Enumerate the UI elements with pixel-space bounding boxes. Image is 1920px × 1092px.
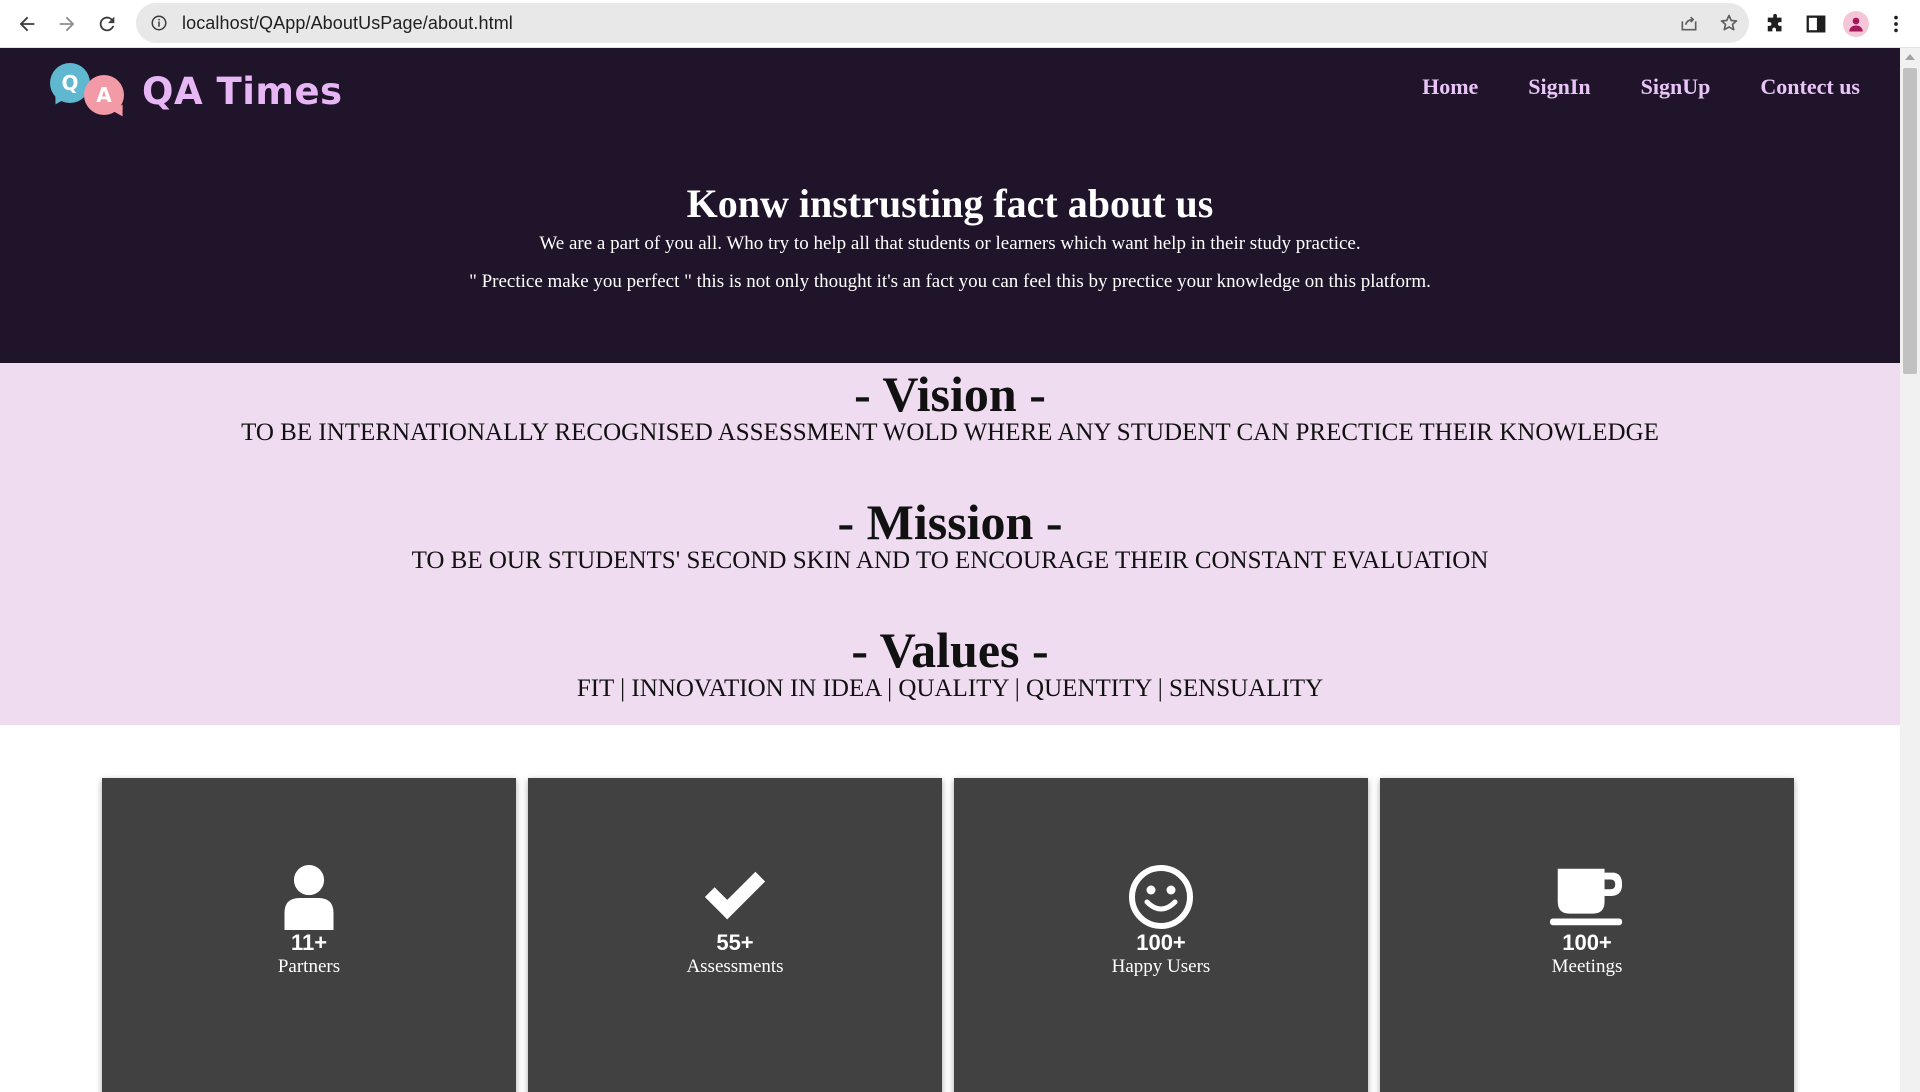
stat-card-assessments: 55+ Assessments xyxy=(528,778,942,1092)
reload-icon xyxy=(99,16,115,31)
stat-value: 11+ xyxy=(290,930,328,955)
stat-label: Partners xyxy=(277,956,341,977)
mission-heading: - Mission - xyxy=(837,494,1063,550)
hero-quote: " Prectice make you perfect " this is no… xyxy=(469,271,1431,292)
vision-heading: - Vision - xyxy=(854,366,1046,422)
address-bar[interactable]: localhost/QApp/AboutUsPage/about.html xyxy=(136,3,1749,43)
nav-contact-link[interactable]: Contect us xyxy=(1760,74,1860,100)
brand-name: QA Times xyxy=(142,70,343,113)
stats-row: 11+ Partners 55+ Assessments 100+ Happy … xyxy=(102,778,1798,1092)
stat-icon-wrap xyxy=(1380,862,1794,932)
page-title: Konw instrusting fact about us xyxy=(686,181,1214,226)
vision-text: TO BE INTERNATIONALLY RECOGNISED ASSESSM… xyxy=(241,419,1659,446)
arrow-left-icon xyxy=(19,16,35,31)
stat-icon-wrap xyxy=(528,862,942,932)
reload-button[interactable] xyxy=(87,4,127,44)
share-button[interactable] xyxy=(1669,3,1709,43)
side-panel-button[interactable] xyxy=(1796,4,1836,44)
scroll-up-arrow-icon[interactable] xyxy=(1905,54,1915,60)
share-icon xyxy=(1681,16,1697,31)
vision-mission-values-section: - Vision - TO BE INTERNATIONALLY RECOGNI… xyxy=(0,363,1900,725)
coffee-icon xyxy=(1549,868,1623,926)
back-button[interactable] xyxy=(7,4,47,44)
logo-bubbles-icon: Q A xyxy=(48,61,128,119)
stat-value: 100+ xyxy=(1136,930,1186,955)
values-heading: - Values - xyxy=(851,622,1049,678)
stat-label: Happy Users xyxy=(1111,956,1211,977)
stat-card-partners: 11+ Partners xyxy=(102,778,516,1092)
nav-signin-link[interactable]: SignIn xyxy=(1528,74,1590,100)
smile-icon xyxy=(1129,865,1193,929)
stat-icon-wrap xyxy=(102,862,516,932)
stat-label: Meetings xyxy=(1551,956,1623,977)
kebab-menu-icon xyxy=(1894,15,1898,33)
info-icon xyxy=(151,15,167,31)
mission-text: TO BE OUR STUDENTS' SECOND SKIN AND TO E… xyxy=(411,547,1489,574)
hero-section: Q A QA Times Home SignIn SignUp Contect … xyxy=(0,48,1900,363)
stat-value: 55+ xyxy=(716,930,754,955)
stat-label: Assessments xyxy=(686,956,784,977)
brand-logo[interactable]: Q A QA Times xyxy=(48,60,343,119)
puzzle-icon xyxy=(1767,13,1782,32)
bookmark-button[interactable] xyxy=(1709,3,1749,43)
avatar xyxy=(1843,11,1869,37)
scroll-thumb[interactable] xyxy=(1903,68,1917,374)
values-text: FIT | INNOVATION IN IDEA | QUALITY | QUE… xyxy=(576,675,1324,702)
stat-value: 100+ xyxy=(1562,930,1612,955)
extensions-button[interactable] xyxy=(1756,4,1796,44)
nav-signup-link[interactable]: SignUp xyxy=(1641,74,1711,100)
nav-home-link[interactable]: Home xyxy=(1422,74,1478,100)
forward-button[interactable] xyxy=(47,4,87,44)
page-scrollbar[interactable] xyxy=(1900,48,1920,1092)
page: Q A QA Times Home SignIn SignUp Contect … xyxy=(0,48,1900,1092)
url-text[interactable]: localhost/QApp/AboutUsPage/about.html xyxy=(182,13,513,34)
stat-card-happy-users: 100+ Happy Users xyxy=(954,778,1368,1092)
main-nav: Home SignIn SignUp Contect us xyxy=(1422,74,1860,100)
user-icon xyxy=(284,864,334,930)
check-icon xyxy=(704,871,766,920)
star-icon xyxy=(1720,14,1738,31)
arrow-right-icon xyxy=(59,16,75,31)
logo-a-bubble: A xyxy=(84,74,124,115)
menu-button[interactable] xyxy=(1876,4,1916,44)
hero-description: We are a part of you all. Who try to hel… xyxy=(539,233,1361,254)
stat-card-meetings: 100+ Meetings xyxy=(1380,778,1794,1092)
profile-button[interactable] xyxy=(1836,4,1876,44)
stat-icon-wrap xyxy=(954,862,1368,932)
person-icon xyxy=(1849,17,1863,32)
browser-toolbar: localhost/QApp/AboutUsPage/about.html xyxy=(0,0,1920,48)
side-panel-icon xyxy=(1806,15,1826,33)
